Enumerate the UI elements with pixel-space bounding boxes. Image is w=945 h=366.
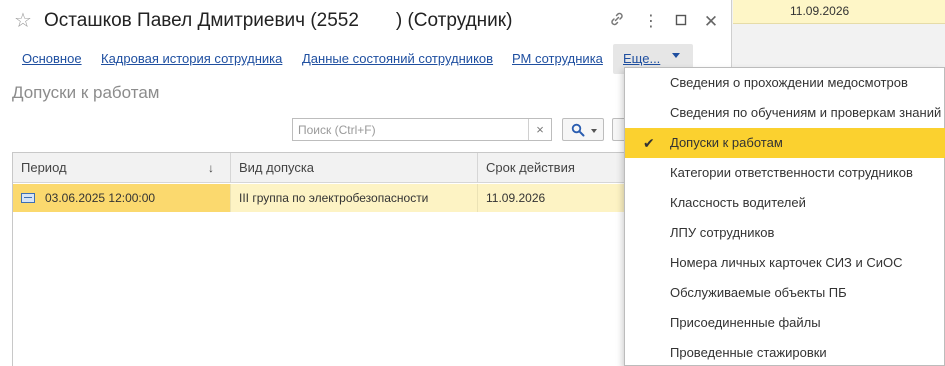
section-title: Допуски к работам	[12, 83, 160, 102]
more-vertical-icon[interactable]: ⋮	[640, 11, 662, 33]
more-dropdown-menu: Сведения о прохождении медосмотров Сведе…	[624, 67, 945, 366]
menu-item-driver-class[interactable]: Классность водителей	[625, 188, 945, 218]
menu-item-label: Номера личных карточек СИЗ и СиОС	[670, 255, 903, 270]
menu-item-label: Присоединенные файлы	[670, 315, 821, 330]
cell-permit-type[interactable]: III группа по электробезопасности	[231, 184, 478, 212]
menu-item-attached-files[interactable]: Присоединенные файлы	[625, 308, 945, 338]
cell-period[interactable]: 03.06.2025 12:00:00	[13, 184, 231, 212]
column-period[interactable]: Период ↓	[13, 153, 231, 183]
close-icon[interactable]: ✕	[700, 11, 722, 33]
menu-item-label: Проведенные стажировки	[670, 345, 827, 360]
sort-arrow-icon: ↓	[208, 161, 214, 175]
background-date: 11.09.2026	[790, 4, 850, 18]
tab-main[interactable]: Основное	[22, 51, 82, 67]
tab-bar: Основное Кадровая история сотрудника Дан…	[0, 44, 732, 74]
background-window-row: 11.09.2026	[733, 0, 945, 24]
menu-item-label: Сведения о прохождении медосмотров	[670, 75, 908, 90]
tab-hr-history[interactable]: Кадровая история сотрудника	[101, 51, 282, 67]
menu-item-label: Категории ответственности сотрудников	[670, 165, 913, 180]
menu-item-internships[interactable]: Проведенные стажировки	[625, 338, 945, 366]
employee-window: ☆ Осташков Павел Дмитриевич (2552 ) (Сот…	[0, 0, 733, 366]
menu-item-label: Классность водителей	[670, 195, 806, 210]
menu-item-medical-exams[interactable]: Сведения о прохождении медосмотров	[625, 68, 945, 98]
menu-item-trainings[interactable]: Сведения по обучениям и проверкам знаний	[625, 98, 945, 128]
search-box: ×	[292, 118, 552, 141]
search-icon	[571, 123, 585, 137]
menu-item-label: Допуски к работам	[670, 135, 783, 150]
search-input[interactable]	[293, 119, 529, 140]
check-icon: ✔	[643, 135, 655, 151]
cell-period-text: 03.06.2025 12:00:00	[45, 191, 156, 205]
menu-item-label: ЛПУ сотрудников	[670, 225, 775, 240]
column-permit-type[interactable]: Вид допуска	[231, 153, 478, 183]
menu-item-serviced-objects[interactable]: Обслуживаемые объекты ПБ	[625, 278, 945, 308]
menu-item-ppe-cards[interactable]: Номера личных карточек СИЗ и СиОС	[625, 248, 945, 278]
chevron-down-icon	[591, 129, 597, 133]
maximize-icon[interactable]	[670, 11, 692, 33]
column-label: Период	[21, 160, 67, 175]
tab-employee-states[interactable]: Данные состояний сотрудников	[302, 51, 493, 67]
search-button[interactable]	[562, 118, 604, 141]
menu-item-label: Сведения по обучениям и проверкам знаний	[670, 105, 942, 120]
title-bar: ☆ Осташков Павел Дмитриевич (2552 ) (Сот…	[0, 0, 732, 44]
menu-item-work-permits[interactable]: ✔ Допуски к работам	[625, 128, 945, 158]
menu-item-responsibility[interactable]: Категории ответственности сотрудников	[625, 158, 945, 188]
window-title: Осташков Павел Дмитриевич (2552 ) (Сотру…	[44, 10, 513, 31]
menu-item-label: Обслуживаемые объекты ПБ	[670, 285, 847, 300]
chevron-down-icon	[672, 53, 680, 58]
record-icon	[21, 193, 35, 203]
tab-workplace[interactable]: РМ сотрудника	[512, 51, 603, 67]
clear-search-icon[interactable]: ×	[528, 119, 551, 140]
tab-more-label: Еще...	[623, 51, 661, 66]
star-icon[interactable]: ☆	[14, 10, 32, 32]
menu-item-clinics[interactable]: ЛПУ сотрудников	[625, 218, 945, 248]
link-icon[interactable]	[606, 11, 628, 33]
